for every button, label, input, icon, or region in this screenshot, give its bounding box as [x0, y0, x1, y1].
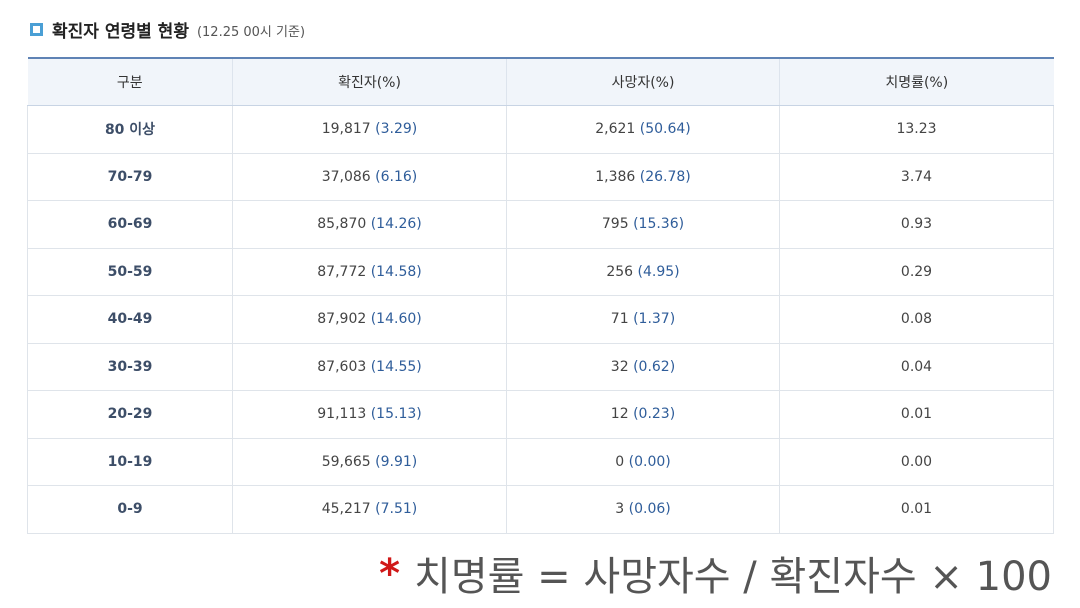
- deaths-count: 2,621: [595, 121, 636, 138]
- cases-count: 87,902: [317, 311, 367, 328]
- cases-count: 37,086: [321, 168, 371, 185]
- age-group-cell: 80 이상: [27, 105, 233, 154]
- deaths-count: 795: [601, 216, 629, 233]
- cases-percent: (9.91): [375, 453, 418, 470]
- deaths-count: 1,386: [595, 168, 636, 185]
- cases-percent: (14.60): [370, 311, 422, 328]
- cases-count: 91,113: [317, 406, 367, 423]
- section-title: 확진자 연령별 현황: [52, 21, 189, 42]
- fatality-rate-cell: 0.00: [779, 438, 1054, 486]
- cases-percent: (15.13): [370, 406, 422, 423]
- table-body: 80 이상 19,817 (3.29) 2,621 (50.64) 13.23 70-7…: [27, 105, 1054, 534]
- deaths-cell: 12 (0.23): [506, 390, 780, 439]
- cases-cell: 91,113 (15.13): [232, 390, 507, 439]
- cases-count: 19,817: [321, 121, 371, 138]
- deaths-percent: (15.36): [633, 216, 685, 233]
- table-row: 40-49 87,902 (14.60) 71 (1.37) 0.08: [27, 295, 1054, 344]
- column-header-fatality: 치명률(%): [779, 57, 1054, 106]
- deaths-percent: (0.00): [628, 453, 671, 470]
- deaths-cell: 1,386 (26.78): [506, 153, 780, 201]
- asterisk-marker: *: [379, 551, 401, 597]
- deaths-cell: 256 (4.95): [506, 248, 780, 296]
- deaths-cell: 71 (1.37): [506, 295, 780, 344]
- table-row: 70-79 37,086 (6.16) 1,386 (26.78) 3.74: [27, 153, 1054, 201]
- age-group-cell: 20-29: [27, 390, 233, 439]
- column-header-category: 구분: [27, 57, 233, 106]
- cases-percent: (14.55): [370, 358, 422, 375]
- fatality-rate-cell: 0.01: [779, 390, 1054, 439]
- deaths-count: 256: [606, 263, 634, 280]
- cases-cell: 59,665 (9.91): [232, 438, 507, 486]
- fatality-rate-cell: 13.23: [779, 105, 1054, 154]
- deaths-cell: 0 (0.00): [506, 438, 780, 486]
- column-header-cases: 확진자(%): [232, 57, 507, 106]
- fatality-rate-cell: 0.29: [779, 248, 1054, 296]
- deaths-percent: (26.78): [639, 168, 691, 185]
- fatality-rate-cell: 3.74: [779, 153, 1054, 201]
- deaths-count: 3: [615, 501, 625, 518]
- cases-percent: (6.16): [375, 168, 418, 185]
- cases-count: 59,665: [321, 453, 371, 470]
- deaths-count: 12: [610, 406, 629, 423]
- age-group-cell: 60-69: [27, 200, 233, 249]
- deaths-percent: (4.95): [637, 263, 680, 280]
- formula-text: 치명률 = 사망자수 / 확진자수 × 100: [414, 554, 1052, 600]
- fatality-rate-cell: 0.93: [779, 200, 1054, 249]
- table-row: 60-69 85,870 (14.26) 795 (15.36) 0.93: [27, 200, 1054, 249]
- deaths-percent: (0.23): [633, 406, 676, 423]
- cases-cell: 87,902 (14.60): [232, 295, 507, 344]
- section-date-note: (12.25 00시 기준): [196, 24, 306, 40]
- deaths-cell: 795 (15.36): [506, 200, 780, 249]
- cases-count: 85,870: [317, 216, 367, 233]
- deaths-count: 0: [615, 453, 625, 470]
- deaths-percent: (0.62): [633, 358, 676, 375]
- fatality-rate-cell: 0.08: [779, 295, 1054, 344]
- table-header-row: 구분 확진자(%) 사망자(%) 치명률(%): [27, 57, 1054, 106]
- table-row: 50-59 87,772 (14.58) 256 (4.95) 0.29: [27, 248, 1054, 296]
- deaths-cell: 3 (0.06): [506, 485, 780, 534]
- age-group-cell: 70-79: [27, 153, 233, 201]
- deaths-percent: (50.64): [639, 121, 691, 138]
- cases-cell: 87,772 (14.58): [232, 248, 507, 296]
- table-row: 20-29 91,113 (15.13) 12 (0.23) 0.01: [27, 390, 1054, 439]
- table-row: 0-9 45,217 (7.51) 3 (0.06) 0.01: [27, 485, 1054, 534]
- age-group-cell: 40-49: [27, 295, 233, 344]
- cases-percent: (7.51): [375, 501, 418, 518]
- cases-count: 87,603: [317, 358, 367, 375]
- fatality-rate-cell: 0.04: [779, 343, 1054, 391]
- cases-cell: 19,817 (3.29): [232, 105, 507, 154]
- column-header-deaths: 사망자(%): [506, 57, 780, 106]
- cases-cell: 87,603 (14.55): [232, 343, 507, 391]
- table-row: 30-39 87,603 (14.55) 32 (0.62) 0.04: [27, 343, 1054, 391]
- age-stats-table: 구분 확진자(%) 사망자(%) 치명률(%) 80 이상 19,817 (3.2…: [27, 57, 1054, 534]
- cases-percent: (14.26): [370, 216, 422, 233]
- cases-cell: 37,086 (6.16): [232, 153, 507, 201]
- deaths-percent: (1.37): [633, 311, 676, 328]
- cases-percent: (14.58): [370, 263, 422, 280]
- cases-cell: 85,870 (14.26): [232, 200, 507, 249]
- deaths-percent: (0.06): [628, 501, 671, 518]
- age-group-cell: 0-9: [27, 485, 233, 534]
- table-row: 10-19 59,665 (9.91) 0 (0.00) 0.00: [27, 438, 1054, 486]
- age-group-cell: 50-59: [27, 248, 233, 296]
- deaths-count: 71: [610, 311, 629, 328]
- cases-count: 87,772: [317, 263, 367, 280]
- cases-percent: (3.29): [375, 121, 418, 138]
- square-bullet-icon: [30, 23, 43, 36]
- table-row: 80 이상 19,817 (3.29) 2,621 (50.64) 13.23: [27, 105, 1054, 154]
- age-group-cell: 10-19: [27, 438, 233, 486]
- fatality-formula-note: * 치명률 = 사망자수 / 확진자수 × 100: [379, 543, 1052, 603]
- fatality-rate-cell: 0.01: [779, 485, 1054, 534]
- deaths-count: 32: [610, 358, 629, 375]
- age-group-cell: 30-39: [27, 343, 233, 391]
- cases-count: 45,217: [321, 501, 371, 518]
- deaths-cell: 2,621 (50.64): [506, 105, 780, 154]
- cases-cell: 45,217 (7.51): [232, 485, 507, 534]
- section-header: 확진자 연령별 현황 (12.25 00시 기준): [30, 14, 305, 44]
- deaths-cell: 32 (0.62): [506, 343, 780, 391]
